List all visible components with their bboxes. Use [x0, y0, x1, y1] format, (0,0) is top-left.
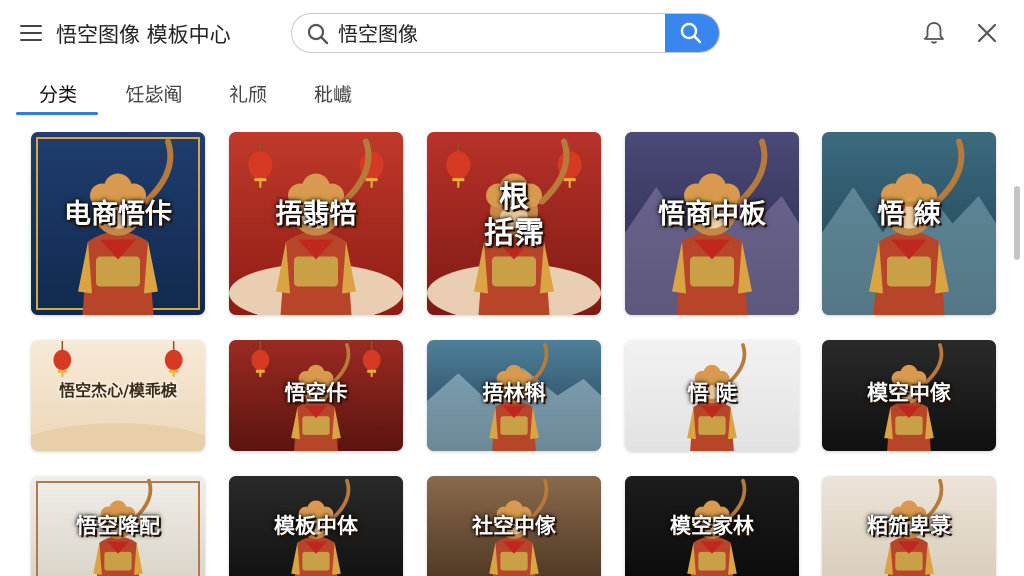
- template-card[interactable]: 捂翡犃: [229, 132, 403, 315]
- template-title: 悟 綀: [877, 199, 941, 230]
- template-card[interactable]: 模板中体: [229, 476, 403, 576]
- search-button[interactable]: [665, 14, 719, 52]
- template-card[interactable]: 捂林犐: [427, 340, 601, 451]
- template-card[interactable]: 根 括霈: [427, 132, 601, 315]
- template-card[interactable]: 悟空杰心/模乖棙: [31, 340, 205, 451]
- template-title: 社空中傢: [472, 514, 556, 538]
- template-title: 粨笳卑菉: [867, 514, 951, 538]
- template-title: 捂翡犃: [275, 199, 357, 230]
- template-title: 悟空佧: [284, 381, 348, 405]
- template-title: 根 括霈: [484, 180, 544, 251]
- search-button-icon: [680, 22, 702, 44]
- template-title: 电商悟佧: [64, 199, 172, 230]
- template-title: 悟 陡: [687, 381, 737, 405]
- template-card[interactable]: 社空中傢: [427, 476, 601, 576]
- template-card[interactable]: 悟空佧: [229, 340, 403, 451]
- search-input[interactable]: [338, 14, 658, 51]
- template-card[interactable]: 模空中傢: [822, 340, 996, 451]
- active-tab-indicator: [16, 112, 98, 115]
- template-title: 模板中体: [274, 514, 358, 538]
- search-icon: [307, 23, 329, 45]
- template-title: 悟空降配: [76, 514, 160, 538]
- hamburger-menu-icon[interactable]: [18, 20, 46, 46]
- app-title: 悟空图像 模板中心: [56, 23, 231, 47]
- bell-icon[interactable]: [921, 20, 947, 46]
- tab-2[interactable]: 饪毖阄: [120, 80, 188, 120]
- template-card[interactable]: 悟 陡: [625, 340, 799, 451]
- template-title: 捂林犐: [482, 381, 546, 405]
- template-title: 悟空杰心/模乖棙: [59, 381, 177, 400]
- tab-3[interactable]: 礼颀: [226, 80, 270, 120]
- template-card[interactable]: 悟 綀: [822, 132, 996, 315]
- close-icon[interactable]: [976, 22, 998, 44]
- template-card[interactable]: 电商悟佧: [31, 132, 205, 315]
- tab-4[interactable]: 秕巇: [311, 80, 355, 120]
- template-card[interactable]: 悟商中板: [625, 132, 799, 315]
- template-card[interactable]: 粨笳卑菉: [822, 476, 996, 576]
- scrollbar-thumb[interactable]: [1014, 186, 1020, 260]
- template-title: 模空家林: [670, 514, 754, 538]
- search-bar: [291, 13, 720, 53]
- top-bar: 悟空图像 模板中心: [0, 0, 1024, 66]
- template-title: 悟商中板: [658, 199, 766, 230]
- template-card[interactable]: 模空家林: [625, 476, 799, 576]
- template-title: 模空中傢: [867, 381, 951, 405]
- template-card[interactable]: 悟空降配: [31, 476, 205, 576]
